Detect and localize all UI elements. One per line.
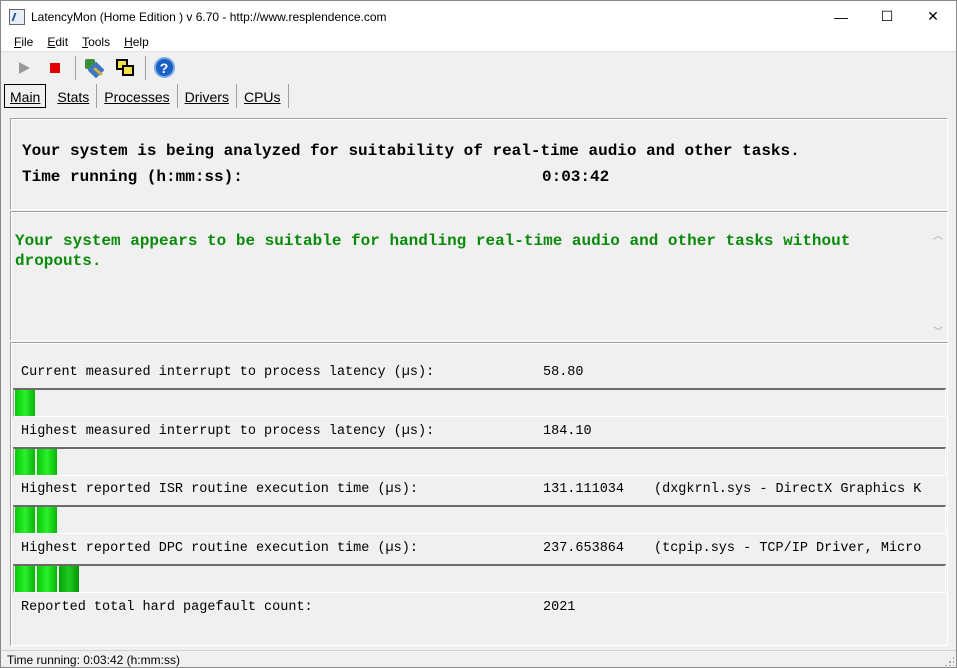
metric-value-pagefault-count: 2021 (543, 600, 576, 615)
wand-icon (84, 58, 105, 78)
metric-label-dpc-time: Highest reported DPC routine execution t… (21, 541, 418, 556)
metric-label-pagefault-count: Reported total hard pagefault count: (21, 600, 313, 615)
metric-label-current-latency: Current measured interrupt to process la… (21, 365, 435, 380)
menu-file[interactable]: File (7, 35, 40, 49)
window-title: LatencyMon (Home Edition ) v 6.70 - http… (31, 9, 387, 24)
status-text: Time running: 0:03:42 (h:mm:ss) (7, 652, 180, 667)
tab-cpus[interactable]: CPUs (237, 84, 289, 108)
metric-value-dpc-time: 237.653864 (543, 541, 625, 556)
metric-value-highest-latency: 184.10 (543, 424, 592, 439)
bar-fill (15, 449, 59, 475)
bar-isr-time (13, 505, 946, 534)
stop-icon (50, 62, 60, 73)
bar-segment (59, 566, 79, 592)
start-button[interactable] (13, 57, 35, 79)
wand-button[interactable] (83, 57, 105, 79)
scroll-up-icon[interactable]: ︿ (933, 232, 943, 242)
bar-fill (15, 390, 37, 416)
metric-extra-dpc-driver: (tcpip.sys - TCP/IP Driver, Micro (654, 541, 922, 556)
window-controls: — ☐ ✕ (818, 1, 956, 32)
bar-highest-latency (13, 447, 946, 476)
metrics-panel: Current measured interrupt to process la… (10, 342, 948, 646)
maximize-button[interactable]: ☐ (864, 1, 910, 32)
resize-grip-icon[interactable] (944, 656, 954, 666)
verdict-text: Your system appears to be suitable for h… (15, 232, 851, 270)
title-bar[interactable]: LatencyMon (Home Edition ) v 6.70 - http… (1, 1, 956, 32)
menu-edit[interactable]: Edit (40, 35, 75, 49)
stop-button[interactable] (44, 57, 66, 79)
bar-segment (37, 449, 57, 475)
metric-extra-isr-driver: (dxgkrnl.sys - DirectX Graphics K (654, 482, 922, 497)
menu-tools[interactable]: Tools (75, 35, 117, 49)
bar-fill (15, 566, 81, 592)
minimize-button[interactable]: — (818, 1, 864, 32)
bar-fill (15, 507, 59, 533)
tab-stats[interactable]: Stats (50, 84, 98, 108)
toolbar: ? (1, 53, 956, 82)
bar-segment (37, 507, 57, 533)
play-icon (18, 61, 30, 74)
help-icon: ? (153, 57, 175, 78)
tab-processes[interactable]: Processes (97, 84, 178, 108)
tab-main[interactable]: Main (4, 84, 47, 108)
bar-segment (15, 390, 35, 416)
metric-value-isr-time: 131.111034 (543, 482, 625, 497)
tab-bar: Main Stats Processes Drivers CPUs (4, 84, 289, 108)
toolbar-separator (145, 55, 146, 80)
metric-label-isr-time: Highest reported ISR routine execution t… (21, 482, 418, 497)
menu-bar: File Edit Tools Help (1, 32, 956, 52)
bar-segment (15, 566, 35, 592)
metric-value-current-latency: 58.80 (543, 365, 584, 380)
status-bar: Time running: 0:03:42 (h:mm:ss) (1, 650, 956, 668)
verdict-panel: Your system appears to be suitable for h… (10, 211, 948, 341)
windows-button[interactable] (114, 57, 136, 79)
analysis-text: Your system is being analyzed for suitab… (22, 142, 800, 160)
analysis-panel: Your system is being analyzed for suitab… (10, 118, 948, 210)
verdict-scrollbar[interactable]: ︿ ﹀ (930, 226, 946, 338)
bar-segment (15, 449, 35, 475)
close-button[interactable]: ✕ (910, 1, 956, 32)
bar-dpc-time (13, 564, 946, 593)
menu-help[interactable]: Help (117, 35, 156, 49)
tab-drivers[interactable]: Drivers (178, 84, 237, 108)
help-button[interactable]: ? (153, 57, 175, 79)
metric-label-highest-latency: Highest measured interrupt to process la… (21, 424, 435, 439)
windows-icon (115, 58, 135, 78)
scroll-down-icon[interactable]: ﹀ (933, 328, 943, 338)
app-icon[interactable] (9, 8, 25, 25)
bar-current-latency (13, 388, 946, 417)
time-running-label: Time running (h:mm:ss): (22, 168, 243, 186)
bar-segment (37, 566, 57, 592)
toolbar-separator (75, 55, 76, 80)
bar-segment (15, 507, 35, 533)
time-running-value: 0:03:42 (542, 168, 610, 186)
latencymon-window: LatencyMon (Home Edition ) v 6.70 - http… (0, 0, 957, 668)
